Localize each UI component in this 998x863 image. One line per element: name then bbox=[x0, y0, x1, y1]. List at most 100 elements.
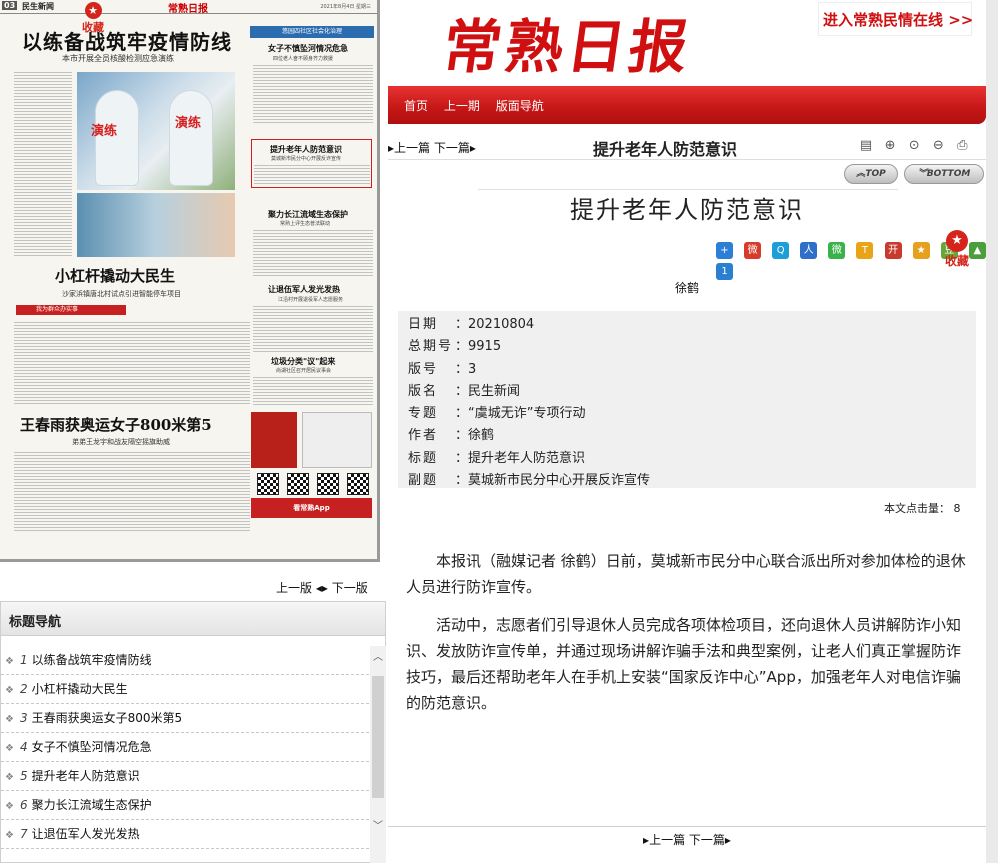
item-number: 6 bbox=[19, 798, 28, 812]
meta-value: 民生新闻 bbox=[468, 383, 521, 399]
tieba-icon[interactable]: T bbox=[856, 242, 874, 259]
title-nav-scrollbar[interactable]: ︿ ﹀ bbox=[370, 646, 386, 863]
bullet-icon: ❖ bbox=[5, 830, 14, 841]
item-number: 7 bbox=[19, 827, 28, 841]
favorite-star-icon[interactable]: ★ bbox=[912, 242, 930, 259]
right-headline-2[interactable]: 提升老年人防范意识 bbox=[270, 144, 342, 155]
text-column bbox=[253, 63, 373, 125]
news-photo[interactable] bbox=[77, 193, 235, 257]
title-nav-item[interactable]: ❖ 6 聚力长江流域生态保护 bbox=[1, 791, 369, 820]
top-label: TOP bbox=[865, 169, 886, 179]
title-nav-item[interactable]: ❖ 4 女子不慎坠河情况危急 bbox=[1, 733, 369, 762]
star-icon: ★ bbox=[946, 230, 968, 252]
title-nav-item[interactable]: ❖ 5 提升老年人防范意识 bbox=[1, 762, 369, 791]
enter-minqing-link[interactable]: 进入常熟民情在线 >> bbox=[818, 2, 973, 36]
prev-article-link[interactable]: 上一篇 bbox=[649, 833, 685, 847]
hit-counter: 本文点击量： 8 bbox=[884, 500, 961, 516]
bookmark-icon[interactable]: ▲ bbox=[968, 242, 986, 259]
right-subhead-2: 莫城新市民分中心开展反诈宣传 bbox=[271, 156, 342, 162]
top-button[interactable]: ︽TOP bbox=[844, 164, 898, 184]
text-column bbox=[254, 163, 370, 185]
item-label: 提升老年人防范意识 bbox=[31, 769, 140, 783]
item-label: 聚力长江流域生态保护 bbox=[31, 798, 152, 812]
meta-row: 副题 ：莫城新市民分中心开展反诈宣传 bbox=[408, 470, 966, 492]
divider bbox=[0, 13, 377, 14]
item-label: 小杠杆撬动大民生 bbox=[31, 682, 128, 696]
title-nav-item[interactable]: ❖ 3 王春雨获奥运女子800米第5 bbox=[1, 704, 369, 733]
meta-value: 20210804 bbox=[468, 317, 535, 332]
count-icon[interactable]: 1 bbox=[716, 263, 733, 280]
meta-key: 专题 bbox=[408, 406, 439, 422]
meta-value: 莫城新市民分中心开展反诈宣传 bbox=[468, 473, 651, 489]
qr-code-icon bbox=[317, 473, 339, 495]
article-author: 徐鹤 bbox=[674, 281, 699, 295]
page-section: 民生新闻 bbox=[22, 2, 54, 11]
meta-key: 总期号 bbox=[408, 339, 454, 355]
print-icon[interactable]: ⎙ bbox=[954, 138, 970, 154]
zoom-out-icon[interactable]: ⊖ bbox=[930, 138, 946, 154]
zoom-in-icon[interactable]: ⊕ bbox=[882, 138, 898, 154]
favorite-button[interactable]: ★ 收藏 bbox=[944, 230, 970, 269]
right-headline-5[interactable]: 垃圾分类"议"起来 bbox=[271, 356, 335, 367]
item-number: 1 bbox=[19, 653, 28, 667]
hits-value: 8 bbox=[953, 502, 961, 515]
chevron-down-icon[interactable]: ﹀ bbox=[370, 819, 386, 835]
meta-value: 3 bbox=[468, 361, 477, 377]
scrollbar-thumb[interactable] bbox=[372, 676, 384, 798]
nav-home[interactable]: 首页 bbox=[404, 99, 428, 113]
title-nav-item[interactable]: ❖ 1 以练备战筑牢疫情防线 bbox=[1, 646, 369, 675]
prev-page-link[interactable]: 上一版 bbox=[276, 581, 312, 595]
meta-value: 提升老年人防范意识 bbox=[468, 450, 586, 466]
meta-key: 版号 bbox=[408, 361, 439, 377]
advertisement[interactable] bbox=[251, 412, 297, 468]
item-number: 3 bbox=[19, 711, 28, 725]
zoom-reset-icon[interactable]: ⊙ bbox=[906, 138, 922, 154]
meta-row: 专题 ：“虞城无诈”专项行动 bbox=[408, 403, 966, 425]
title-nav-header: 标题导航 bbox=[1, 602, 385, 636]
chevron-up-icon[interactable]: ︿ bbox=[370, 650, 386, 666]
article-meta: 日期 ：20210804 总期号 ：9915 版号 ：3 版名 ：民生新闻 专题 ：“虞城… bbox=[398, 311, 976, 488]
subhead-1: 本市开展全员核酸检测应急演练 bbox=[62, 54, 174, 63]
right-headline-4[interactable]: 让退伍军人发光发热 bbox=[268, 284, 340, 295]
nav-layout[interactable]: 版面导航 bbox=[496, 99, 544, 113]
meta-value: “虞城无诈”专项行动 bbox=[468, 406, 586, 422]
news-photo[interactable]: 演练 演练 bbox=[77, 72, 235, 190]
app-ad-banner[interactable]: 看常熟App bbox=[251, 498, 372, 518]
title-nav-item[interactable]: ❖ 2 小杠杆撬动大民生 bbox=[1, 675, 369, 704]
renren-icon[interactable]: 人 bbox=[800, 242, 818, 259]
meta-row: 作者 ：徐鹤 bbox=[408, 425, 966, 447]
next-article-link[interactable]: 下一篇 bbox=[689, 833, 725, 847]
next-page-link[interactable]: 下一版 bbox=[332, 581, 368, 595]
right-panel: 常熟日报 进入常熟民情在线 >> 首页 上一期 版面导航 ▸上一篇 下一篇▸ 提… bbox=[388, 0, 998, 863]
document-icon[interactable]: ▤ bbox=[858, 138, 874, 154]
meta-key: 作者 bbox=[408, 428, 439, 444]
meta-key: 标题 bbox=[408, 450, 439, 466]
bottom-button[interactable]: ︾BOTTOM bbox=[904, 164, 984, 184]
title-nav-item[interactable]: ❖ 7 让退伍军人发光发热 bbox=[1, 820, 369, 849]
bullet-icon: ❖ bbox=[5, 656, 14, 667]
prev-article-link[interactable]: 上一篇 bbox=[394, 141, 430, 155]
advertisement[interactable] bbox=[302, 412, 372, 468]
right-headline-3[interactable]: 聚力长江流域生态保护 bbox=[268, 209, 348, 220]
article-pager: ▸上一篇 下一篇▸ bbox=[388, 139, 476, 156]
headline-3[interactable]: 王春雨获奥运女子800米第5 bbox=[20, 414, 212, 435]
pager-arrows-icon: ◂▸ bbox=[315, 581, 328, 595]
wechat-icon[interactable]: 微 bbox=[828, 242, 846, 259]
next-article-link[interactable]: 下一篇 bbox=[434, 141, 470, 155]
bullet-icon: ❖ bbox=[5, 772, 14, 783]
newspaper-page-thumbnail[interactable]: 03 民生新闻 常熟日报 2021年8月4日 星期三 ★ 收藏 以练备战筑牢疫情… bbox=[0, 0, 380, 562]
text-column bbox=[253, 304, 373, 352]
toolbar-article-title: 提升老年人防范意识 bbox=[593, 140, 738, 159]
headline-1[interactable]: 以练备战筑牢疫情防线 bbox=[22, 26, 232, 55]
nav-prev-issue[interactable]: 上一期 bbox=[444, 99, 480, 113]
right-headline-1[interactable]: 女子不慎坠河情况危急 bbox=[268, 43, 348, 54]
item-label: 王春雨获奥运女子800米第5 bbox=[31, 711, 183, 725]
favorite-label: 收藏 bbox=[944, 254, 969, 268]
qzone-icon[interactable]: Q bbox=[772, 242, 790, 259]
item-number: 2 bbox=[19, 682, 28, 696]
photo-tag: 演练 bbox=[175, 116, 202, 131]
headline-2[interactable]: 小杠杆撬动大民生 bbox=[55, 265, 175, 286]
kaixin-icon[interactable]: 开 bbox=[884, 242, 902, 259]
share-plus-icon[interactable]: + bbox=[716, 242, 733, 259]
weibo-icon[interactable]: 微 bbox=[744, 242, 762, 259]
